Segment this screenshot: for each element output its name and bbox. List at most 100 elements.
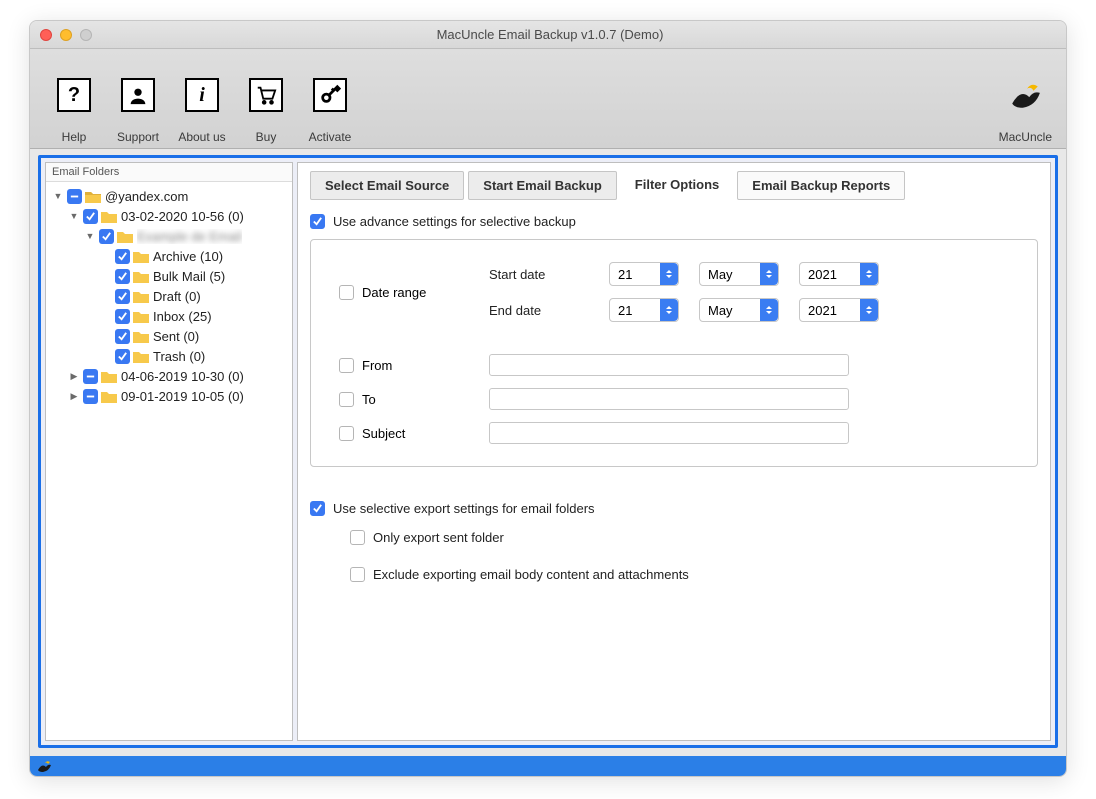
tree-label: Example de Email [137,229,242,244]
advance-settings-label: Use advance settings for selective backu… [333,214,576,229]
zoom-window-button[interactable] [80,29,92,41]
toolbar-about[interactable]: i About us [170,78,234,144]
tree-row[interactable]: ▶ 09-01-2019 10-05 (0) [50,386,288,406]
disclosure-icon[interactable]: ▼ [84,231,96,241]
tree-label: 04-06-2019 10-30 (0) [121,369,244,384]
checkbox-mixed[interactable] [83,389,98,404]
content: Email Folders ▼ @yandex.com ▼ 03-02- [30,149,1066,756]
from-input[interactable] [489,354,849,376]
toolbar-help[interactable]: ? Help [42,78,106,144]
only-sent-label: Only export sent folder [373,530,504,545]
folder-tree: ▼ @yandex.com ▼ 03-02-2020 10-56 (0) [46,182,292,410]
tree-row-root[interactable]: ▼ @yandex.com [50,186,288,206]
only-sent-row[interactable]: Only export sent folder [350,530,1038,545]
to-checkbox[interactable] [339,392,354,407]
toolbar-support[interactable]: Support [106,78,170,144]
end-day-select[interactable]: 21 [609,298,679,322]
checkbox[interactable] [83,209,98,224]
toolbar-buy[interactable]: Buy [234,78,298,144]
subject-input[interactable] [489,422,849,444]
exclude-body-row[interactable]: Exclude exporting email body content and… [350,567,1038,582]
stepper-icon [760,299,778,321]
tab-start-backup[interactable]: Start Email Backup [468,171,617,200]
info-icon: i [185,78,219,112]
exclude-body-label: Exclude exporting email body content and… [373,567,689,582]
selective-export-row[interactable]: Use selective export settings for email … [310,501,1038,516]
checkbox[interactable] [115,329,130,344]
checkbox[interactable] [115,309,130,324]
disclosure-icon[interactable]: ▶ [68,391,80,402]
tree-row[interactable]: Trash (0) [50,346,288,366]
date-grid: Start date 21 May 2021 End date 21 May 2… [489,262,1009,322]
disclosure-icon[interactable]: ▼ [68,211,80,221]
titlebar: MacUncle Email Backup v1.0.7 (Demo) [30,21,1066,49]
checkbox[interactable] [115,269,130,284]
selective-export-checkbox[interactable] [310,501,325,516]
toolbar-label: Activate [309,130,352,144]
start-month-select[interactable]: May [699,262,779,286]
minimize-window-button[interactable] [60,29,72,41]
folder-icon [85,190,101,203]
tree-label: 03-02-2020 10-56 (0) [121,209,244,224]
question-icon: ? [57,78,91,112]
disclosure-icon[interactable]: ▼ [52,191,64,201]
toolbar-activate[interactable]: Activate [298,78,362,144]
checkbox-mixed[interactable] [67,189,82,204]
disclosure-icon[interactable]: ▶ [68,371,80,382]
folder-icon [133,290,149,303]
tree-row[interactable]: ▼ Example de Email [50,226,288,246]
toolbar-label: Buy [256,130,277,144]
start-year-select[interactable]: 2021 [799,262,879,286]
tree-row[interactable]: Archive (10) [50,246,288,266]
end-month-select[interactable]: May [699,298,779,322]
advance-settings-row[interactable]: Use advance settings for selective backu… [310,214,1038,229]
checkbox[interactable] [115,349,130,364]
close-window-button[interactable] [40,29,52,41]
tab-filter-options[interactable]: Filter Options [621,171,734,200]
tree-row[interactable]: Sent (0) [50,326,288,346]
filter-box: Date range Start date 21 May 2021 End da… [310,239,1038,467]
checkbox[interactable] [115,249,130,264]
folder-icon [101,390,117,403]
tab-backup-reports[interactable]: Email Backup Reports [737,171,905,200]
toolbar-label: Support [117,130,159,144]
toolbar-label: Help [62,130,87,144]
tree-row[interactable]: Inbox (25) [50,306,288,326]
window-controls [40,29,92,41]
tree-row[interactable]: Draft (0) [50,286,288,306]
advance-settings-checkbox[interactable] [310,214,325,229]
tree-row[interactable]: Bulk Mail (5) [50,266,288,286]
stepper-icon [760,263,778,285]
from-label: From [362,358,392,373]
tree-row[interactable]: ▼ 03-02-2020 10-56 (0) [50,206,288,226]
folder-icon [101,370,117,383]
tree-label: 09-01-2019 10-05 (0) [121,389,244,404]
toolbar-brand[interactable]: MacUncle [999,78,1052,144]
to-row: To [339,388,1009,410]
exclude-body-checkbox[interactable] [350,567,365,582]
stepper-icon [860,299,878,321]
checkbox[interactable] [99,229,114,244]
checkbox-mixed[interactable] [83,369,98,384]
folder-icon [101,210,117,223]
subject-label: Subject [362,426,405,441]
toolbar: ? Help Support i About us Buy Activate [30,49,1066,149]
tab-select-source[interactable]: Select Email Source [310,171,464,200]
subject-checkbox[interactable] [339,426,354,441]
from-checkbox[interactable] [339,358,354,373]
person-icon [121,78,155,112]
to-input[interactable] [489,388,849,410]
only-sent-checkbox[interactable] [350,530,365,545]
start-day-select[interactable]: 21 [609,262,679,286]
tree-row[interactable]: ▶ 04-06-2019 10-30 (0) [50,366,288,386]
folder-icon [133,250,149,263]
stepper-icon [860,263,878,285]
date-range-row: Date range Start date 21 May 2021 End da… [339,262,1009,322]
end-year-select[interactable]: 2021 [799,298,879,322]
stepper-icon [660,299,678,321]
toolbar-label: About us [178,130,225,144]
date-range-checkbox[interactable] [339,285,354,300]
folder-icon [133,330,149,343]
tree-label: Archive (10) [153,249,223,264]
checkbox[interactable] [115,289,130,304]
